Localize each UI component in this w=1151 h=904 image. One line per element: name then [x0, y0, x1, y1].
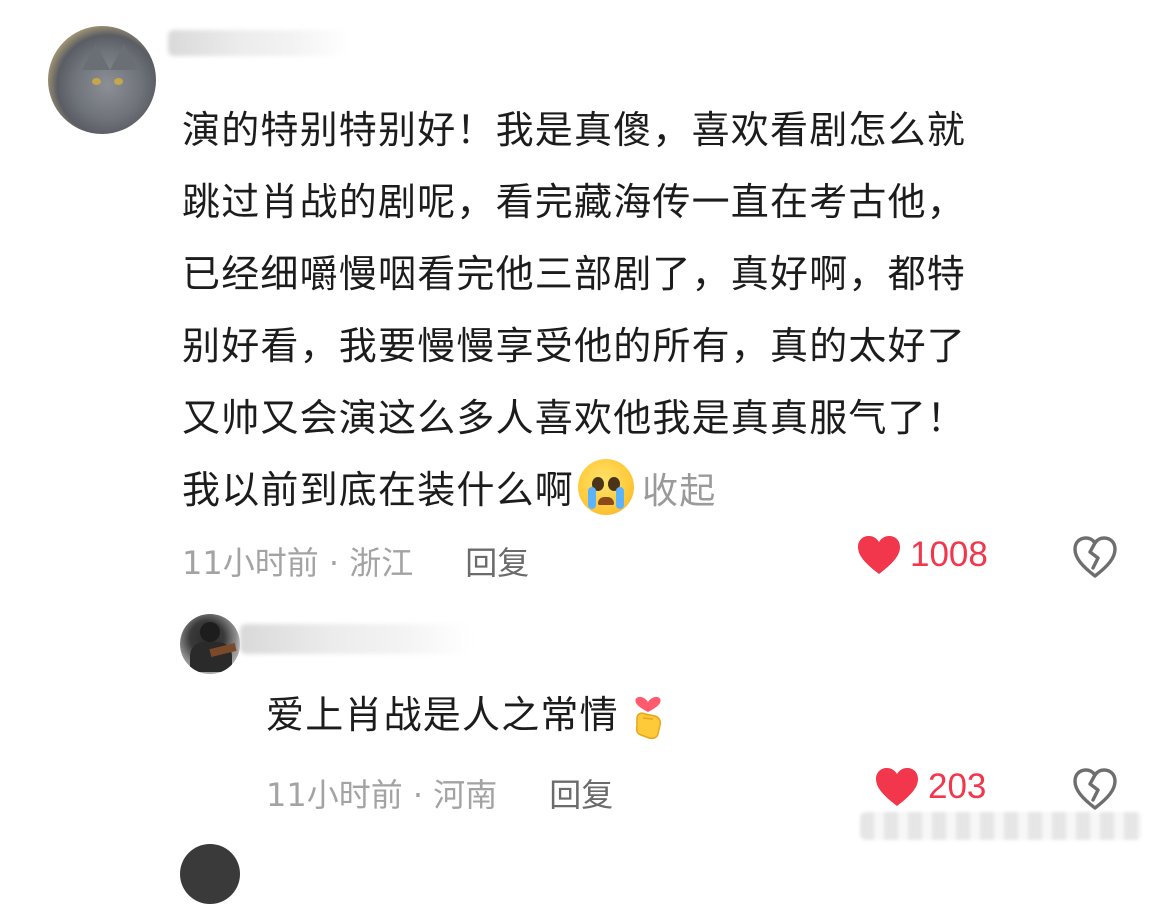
like-count: 203 — [928, 767, 987, 806]
comment-line: 演的特别特别好！我是真傻，喜欢看剧怎么就 — [182, 108, 967, 152]
cat-ear — [82, 44, 110, 70]
reply-meta: 11小时前 · 河南 回复 — [266, 770, 613, 816]
heart-filled-icon — [876, 768, 918, 806]
replier-avatar[interactable] — [180, 614, 240, 674]
reply-time-location: 11小时前 · 河南 — [266, 776, 498, 814]
comment-line: 已经细嚼慢咽看完他三部剧了，真好啊，都特 — [182, 252, 967, 296]
comment-line-text: 我以前到底在装什么啊 — [182, 468, 575, 512]
comment-line: 跳过肖战的剧呢，看完藏海传一直在考古他， — [182, 180, 967, 224]
broken-heart-icon[interactable] — [1072, 534, 1118, 580]
commenter-avatar[interactable] — [48, 26, 156, 134]
cat-eye — [114, 78, 123, 85]
like-button[interactable]: 1008 — [856, 534, 988, 576]
cat-eye — [92, 78, 101, 85]
avatar-figure — [200, 622, 220, 642]
reply-text: 爱上肖战是人之常情 — [266, 693, 619, 737]
reply-button[interactable]: 回复 — [465, 544, 529, 582]
finger-heart-emoji-icon — [635, 696, 661, 739]
reply-button[interactable]: 回复 — [549, 776, 613, 814]
crying-face-emoji-icon — [578, 458, 635, 515]
heart-filled-icon — [858, 536, 900, 574]
like-button[interactable]: 203 — [874, 766, 986, 808]
comment-last-line: 我以前到底在装什么啊 收起 — [182, 454, 1092, 528]
comment-meta: 11小时前 · 浙江 回复 — [182, 538, 529, 584]
comment-line: 又帅又会演这么多人喜欢他我是真真服气了！ — [182, 396, 967, 440]
blurred-username[interactable] — [240, 624, 470, 654]
blurred-username[interactable] — [168, 30, 348, 56]
next-comment-avatar[interactable] — [180, 844, 240, 904]
broken-heart-icon[interactable] — [1072, 766, 1118, 812]
comment-time-location: 11小时前 · 浙江 — [182, 544, 414, 582]
like-count: 1008 — [910, 535, 988, 574]
blurred-watermark — [860, 812, 1142, 840]
cat-ear — [110, 44, 138, 70]
comment-line: 别好看，我要慢慢享受他的所有，真的太好了 — [182, 324, 967, 368]
reply-body: 爱上肖战是人之常情 — [266, 684, 669, 744]
comment-body: 演的特别特别好！我是真傻，喜欢看剧怎么就 跳过肖战的剧呢，看完藏海传一直在考古他… — [182, 94, 1092, 528]
collapse-button[interactable]: 收起 — [642, 471, 716, 512]
